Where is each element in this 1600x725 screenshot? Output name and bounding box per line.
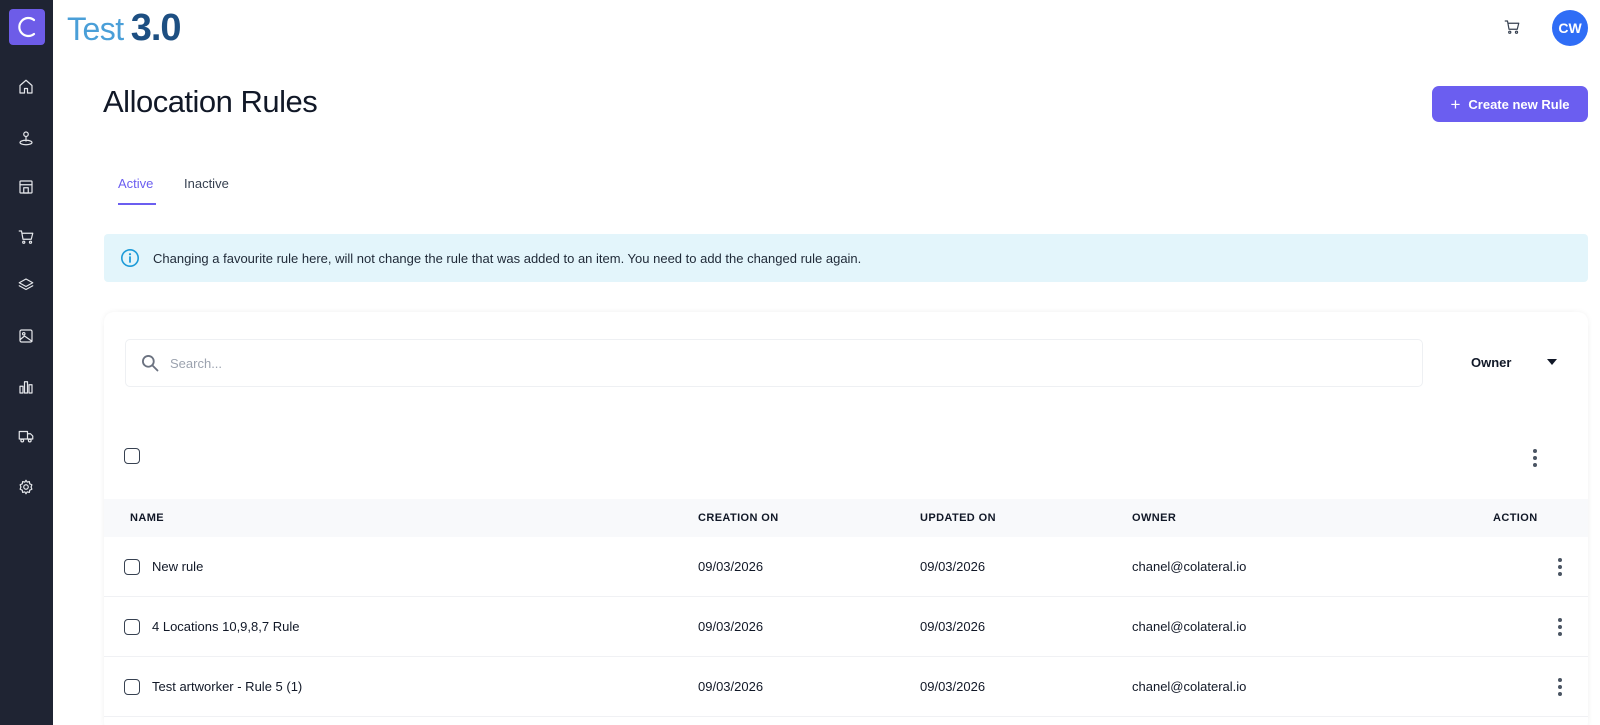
select-all-checkbox[interactable] <box>124 448 140 464</box>
row-checkbox[interactable] <box>124 679 140 695</box>
creation-date: 09/03/2026 <box>698 619 764 634</box>
brand-logo[interactable]: Test 3.0 <box>67 6 182 50</box>
sidebar-item-orders[interactable] <box>15 226 37 248</box>
row-checkbox[interactable] <box>124 559 140 575</box>
rule-name: New rule <box>152 559 204 574</box>
table-row[interactable]: Test artworker - Rule 5 (1) 09/03/2026 0… <box>104 657 1588 717</box>
sidebar-item-delivery[interactable] <box>15 425 37 447</box>
updated-date: 09/03/2026 <box>920 619 986 634</box>
info-icon <box>120 248 140 268</box>
create-new-rule-button[interactable]: + Create new Rule <box>1432 86 1588 122</box>
create-new-rule-label: Create new Rule <box>1468 96 1570 112</box>
column-header-owner[interactable]: OWNER <box>1132 512 1176 524</box>
table-row[interactable]: New rule 09/03/2026 09/03/2026 chanel@co… <box>104 537 1588 597</box>
user-avatar[interactable]: CW <box>1552 10 1588 46</box>
image-icon <box>19 329 33 343</box>
bulk-actions-menu-icon[interactable] <box>1525 448 1545 468</box>
info-banner: Changing a favourite rule here, will not… <box>104 234 1588 282</box>
page-title: Allocation Rules <box>103 84 318 119</box>
brand-name: Test <box>67 11 124 47</box>
search-box <box>125 339 1423 387</box>
plus-icon: + <box>1450 94 1461 114</box>
gear-icon <box>19 479 33 495</box>
active-tab-indicator <box>118 203 156 205</box>
sidebar-item-locations[interactable] <box>15 127 37 149</box>
updated-date: 09/03/2026 <box>920 679 986 694</box>
owner-filter-label: Owner <box>1471 354 1512 370</box>
sidebar-item-images[interactable] <box>15 325 37 347</box>
column-header-creation[interactable]: CREATION ON <box>698 512 779 524</box>
app-logo[interactable] <box>9 9 45 45</box>
owner-email: chanel@colateral.io <box>1132 619 1247 634</box>
row-actions-menu-icon[interactable] <box>1550 677 1570 697</box>
tab-inactive[interactable]: Inactive <box>184 176 229 191</box>
rule-name: 4 Locations 10,9,8,7 Rule <box>152 619 300 634</box>
rule-name: Test artworker - Rule 5 (1) <box>152 679 303 694</box>
rules-card: Owner NAME CREATION ON UPDATED ON OWNER … <box>104 312 1588 725</box>
table-row[interactable]: 4 Locations 10,9,8,7 Rule 09/03/2026 09/… <box>104 597 1588 657</box>
bar-chart-icon <box>19 381 33 394</box>
sidebar-item-settings[interactable] <box>15 476 37 498</box>
row-actions-menu-icon[interactable] <box>1550 557 1570 577</box>
header-cart-button[interactable] <box>1503 18 1523 38</box>
search-icon <box>140 353 160 373</box>
tab-active[interactable]: Active <box>118 176 153 191</box>
search-input[interactable] <box>170 355 1370 371</box>
creation-date: 09/03/2026 <box>698 679 764 694</box>
owner-email: chanel@colateral.io <box>1132 679 1247 694</box>
brand-version: 3.0 <box>130 7 182 49</box>
sidebar-item-reports[interactable] <box>15 376 37 398</box>
row-actions-menu-icon[interactable] <box>1550 617 1570 637</box>
sidebar-item-layers[interactable] <box>15 274 37 296</box>
sidebar-item-home[interactable] <box>15 76 37 98</box>
sidebar-item-stores[interactable] <box>15 176 37 198</box>
column-header-updated[interactable]: UPDATED ON <box>920 512 996 524</box>
store-icon <box>19 180 33 194</box>
cart-icon <box>18 230 34 244</box>
owner-email: chanel@colateral.io <box>1132 559 1247 574</box>
banner-message: Changing a favourite rule here, will not… <box>153 250 862 266</box>
cart-icon <box>1504 20 1520 34</box>
home-icon <box>19 79 33 94</box>
row-checkbox[interactable] <box>124 619 140 635</box>
sidebar <box>0 0 53 725</box>
logo-c-icon <box>18 16 36 38</box>
location-icon <box>19 131 33 146</box>
column-header-name[interactable]: NAME <box>130 512 164 524</box>
truck-icon <box>18 430 34 443</box>
layers-icon <box>18 278 34 291</box>
caret-down-icon <box>1547 359 1557 365</box>
table-header: NAME CREATION ON UPDATED ON OWNER ACTION <box>104 499 1588 537</box>
creation-date: 09/03/2026 <box>698 559 764 574</box>
updated-date: 09/03/2026 <box>920 559 986 574</box>
column-header-action: ACTION <box>1493 512 1538 524</box>
owner-filter-dropdown[interactable]: Owner <box>1471 350 1561 374</box>
